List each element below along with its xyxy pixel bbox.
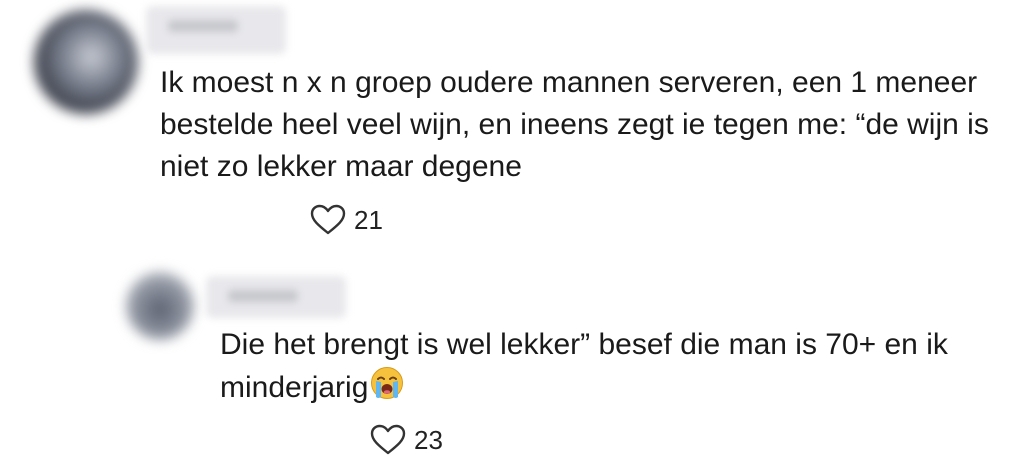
comment-text: Ik moest n x n groep oudere mannen serve… (160, 66, 989, 183)
like-row: 21 (310, 204, 383, 236)
heart-icon[interactable] (310, 204, 346, 236)
comment-text-content: Die het brengt is wel lekker” besef die … (220, 328, 948, 404)
avatar[interactable] (126, 272, 194, 340)
loudly-crying-face-icon (370, 366, 404, 412)
username-blurred[interactable] (146, 6, 286, 54)
comment-text: Die het brengt is wel lekker” besef die … (220, 324, 1020, 412)
username-blurred[interactable] (206, 276, 346, 318)
like-count: 23 (414, 424, 443, 455)
heart-icon[interactable] (370, 424, 406, 456)
avatar[interactable] (34, 10, 138, 114)
like-row: 23 (370, 424, 443, 456)
like-count: 21 (354, 204, 383, 235)
